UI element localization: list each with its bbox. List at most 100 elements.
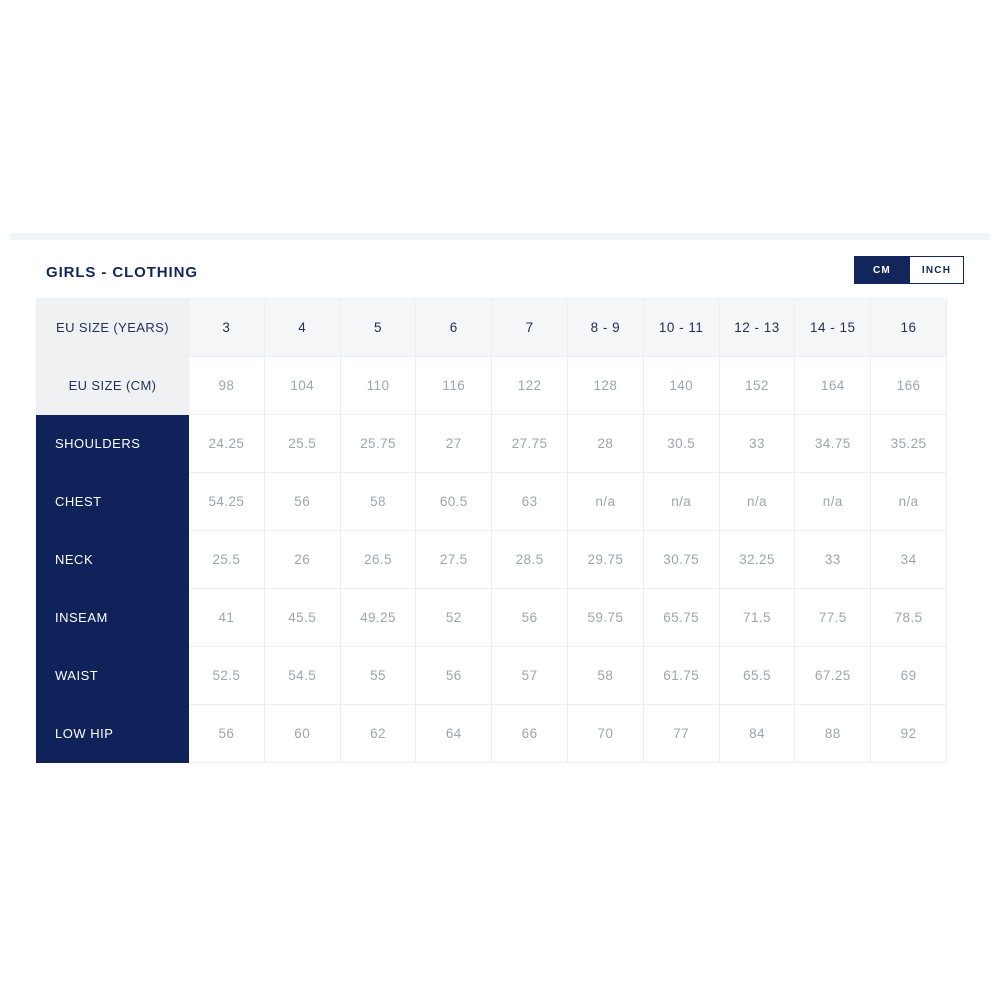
table-cell: 26.5 [339,530,417,589]
table-cell: 116 [415,356,493,415]
card-top-band [10,233,990,240]
table-cell: 34 [870,530,947,589]
table-cell: 27.5 [415,530,493,589]
table-cell: 27.75 [491,414,568,473]
table-cell: 128 [566,356,644,415]
size-table: EU SIZE (YEARS) 3 4 5 6 7 8 - 9 10 - 11 … [36,298,947,763]
table-cell: 52.5 [188,646,265,705]
row-label-waist: WAIST [36,646,189,705]
table-cell: 25.75 [339,414,417,473]
unit-toggle-cm-button[interactable]: CM [855,257,909,283]
table-cell: 56 [263,472,341,531]
table-cell: 140 [642,356,720,415]
table-cell: 60 [263,704,341,763]
table-cell: 77 [642,704,720,763]
size-table-container: EU SIZE (YEARS) 3 4 5 6 7 8 - 9 10 - 11 … [36,298,947,763]
table-cell: 25.5 [188,530,265,589]
table-cell: 16 [870,298,947,357]
table-cell: 28 [566,414,644,473]
table-cell: 104 [263,356,341,415]
table-cell: n/a [794,472,872,531]
table-cell: 164 [794,356,872,415]
row-label-shoulders: SHOULDERS [36,414,189,473]
table-cell: 33 [718,414,796,473]
table-row-chest: CHEST 54.25 56 58 60.5 63 n/a n/a n/a n/… [36,472,947,531]
row-label-eu-size-years: EU SIZE (YEARS) [36,298,189,357]
table-cell: 35.25 [870,414,947,473]
size-guide-card: GIRLS - CLOTHING CM INCH EU SIZE (YEARS) [10,233,990,785]
table-cell: 54.25 [188,472,265,531]
table-cell: 4 [263,298,341,357]
table-cell: 28.5 [491,530,568,589]
table-cell: 5 [339,298,417,357]
table-cell: 56 [491,588,568,647]
table-cell: 166 [870,356,947,415]
table-cell: 25.5 [263,414,341,473]
table-cell: 70 [566,704,644,763]
table-cell: 49.25 [339,588,417,647]
table-row-inseam: INSEAM 41 45.5 49.25 52 56 59.75 65.75 7… [36,588,947,647]
table-cell: 58 [339,472,417,531]
table-cell: 66 [491,704,568,763]
table-row-neck: NECK 25.5 26 26.5 27.5 28.5 29.75 30.75 … [36,530,947,589]
table-cell: 57 [491,646,568,705]
table-cell: 27 [415,414,493,473]
table-cell: 56 [188,704,265,763]
table-row-low-hip: LOW HIP 56 60 62 64 66 70 77 84 88 92 [36,704,947,763]
table-cell: n/a [870,472,947,531]
table-cell: 63 [491,472,568,531]
table-cell: 26 [263,530,341,589]
table-cell: 30.75 [642,530,720,589]
size-guide-page: GIRLS - CLOTHING CM INCH EU SIZE (YEARS) [0,0,1000,1000]
table-cell: 78.5 [870,588,947,647]
unit-toggle[interactable]: CM INCH [854,256,964,284]
table-cell: 12 - 13 [718,298,796,357]
table-cell: 69 [870,646,947,705]
table-cell: 30.5 [642,414,720,473]
table-cell: 152 [718,356,796,415]
table-cell: 71.5 [718,588,796,647]
table-cell: 29.75 [566,530,644,589]
table-cell: n/a [718,472,796,531]
table-cell: 88 [794,704,872,763]
unit-toggle-inch-button[interactable]: INCH [909,257,963,283]
table-cell: n/a [642,472,720,531]
table-cell: 45.5 [263,588,341,647]
table-cell: 56 [415,646,493,705]
table-row-waist: WAIST 52.5 54.5 55 56 57 58 61.75 65.5 6… [36,646,947,705]
row-label-neck: NECK [36,530,189,589]
row-label-chest: CHEST [36,472,189,531]
table-row-eu-size-years: EU SIZE (YEARS) 3 4 5 6 7 8 - 9 10 - 11 … [36,298,947,357]
table-cell: 65.75 [642,588,720,647]
table-cell: 10 - 11 [642,298,720,357]
table-cell: 8 - 9 [566,298,644,357]
table-cell: 62 [339,704,417,763]
row-label-low-hip: LOW HIP [36,704,189,763]
table-cell: 65.5 [718,646,796,705]
row-label-eu-size-cm: EU SIZE (CM) [36,356,189,415]
table-cell: 41 [188,588,265,647]
table-cell: 77.5 [794,588,872,647]
table-cell: 92 [870,704,947,763]
page-title: GIRLS - CLOTHING [46,264,198,281]
table-cell: 52 [415,588,493,647]
size-table-body: EU SIZE (YEARS) 3 4 5 6 7 8 - 9 10 - 11 … [36,298,947,763]
table-cell: 24.25 [188,414,265,473]
table-cell: 7 [491,298,568,357]
table-cell: 64 [415,704,493,763]
table-cell: 32.25 [718,530,796,589]
table-cell: 98 [188,356,265,415]
table-cell: n/a [566,472,644,531]
table-cell: 34.75 [794,414,872,473]
table-cell: 3 [188,298,265,357]
table-cell: 33 [794,530,872,589]
card-header: GIRLS - CLOTHING CM INCH [36,250,964,300]
table-cell: 122 [491,356,568,415]
table-cell: 54.5 [263,646,341,705]
table-cell: 58 [566,646,644,705]
table-cell: 6 [415,298,493,357]
table-cell: 61.75 [642,646,720,705]
table-cell: 55 [339,646,417,705]
row-label-inseam: INSEAM [36,588,189,647]
table-cell: 14 - 15 [794,298,872,357]
